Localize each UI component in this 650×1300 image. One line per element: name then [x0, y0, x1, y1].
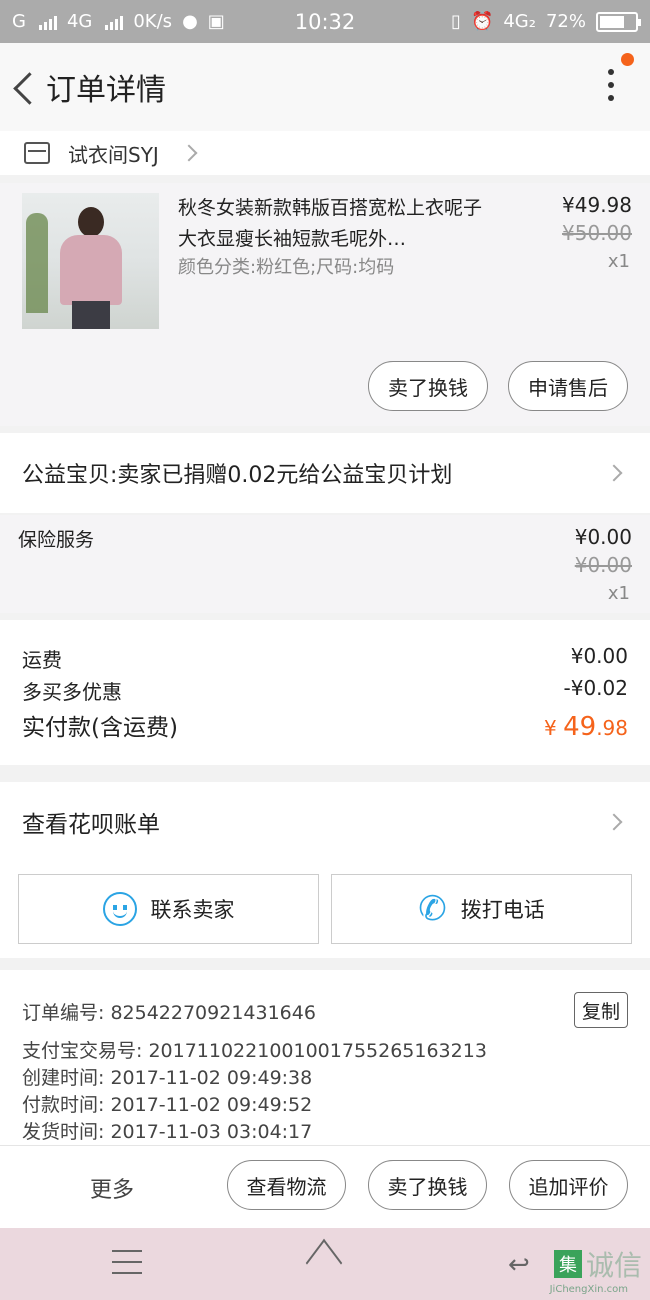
add-review-button[interactable]: 追加评价 [509, 1160, 628, 1210]
battery-percent: 72% [545, 11, 586, 32]
signal-icon [38, 14, 57, 30]
chevron-right-icon [605, 464, 623, 482]
shipped-time: 发货时间: 2017-11-03 03:04:17 [22, 1121, 313, 1143]
contact-seller-label: 联系卖家 [150, 898, 235, 922]
product-quantity: x1 [607, 251, 630, 272]
watermark-logo: 集 诚信 [553, 1244, 642, 1284]
battery-icon [596, 11, 641, 32]
call-label: 拨打电话 [460, 898, 545, 922]
signal-icon-2 [105, 14, 124, 30]
copy-button[interactable]: 复制 [574, 992, 628, 1028]
huabei-bill-row[interactable]: 查看花呗账单 [0, 782, 650, 862]
after-sale-button[interactable]: 申请售后 [508, 361, 628, 411]
shop-name: 试衣间SYJ [68, 142, 159, 167]
net-speed: 0K/s [133, 11, 173, 32]
product-image[interactable] [22, 193, 159, 329]
contact-section: 联系卖家 ✆ 拨打电话 [0, 862, 650, 958]
taobao-icon: ▣ [207, 11, 225, 32]
view-logistics-button[interactable]: 查看物流 [227, 1160, 346, 1210]
insurance-label: 保险服务 [18, 529, 95, 551]
insurance-original-price: ¥0.00 [574, 553, 632, 577]
total-label: 实付款(含运费) [22, 715, 178, 741]
order-number: 订单编号: 82542270921431646 [22, 1002, 316, 1024]
product-spec: 颜色分类:粉红色;尺码:均码 [178, 257, 395, 278]
message-icon: ● [182, 11, 198, 32]
freight-value: ¥0.00 [570, 644, 628, 668]
home-icon[interactable] [303, 1246, 347, 1280]
total-decimal: .98 [596, 716, 628, 740]
product-original-price: ¥50.00 [562, 221, 632, 245]
sell-button-bottom[interactable]: 卖了换钱 [368, 1160, 487, 1210]
network-type: 4G [66, 11, 93, 32]
shop-row[interactable]: 试衣间SYJ [0, 131, 650, 175]
vibrate-icon: ▯ [451, 11, 461, 32]
chat-icon [102, 892, 137, 926]
more-button[interactable]: 更多 [90, 1172, 134, 1204]
chevron-right-icon [180, 144, 198, 162]
charity-text: 公益宝贝:卖家已捐赠0.02元给公益宝贝计划 [22, 463, 453, 488]
watermark-box: 集 [553, 1250, 582, 1278]
menu-icon[interactable] [112, 1250, 142, 1283]
insurance-row: 保险服务 ¥0.00 ¥0.00 x1 [0, 515, 650, 613]
system-nav-bar: ↩ 集 诚信 JiChengXin.com [0, 1228, 650, 1300]
total-integer: 49 [563, 712, 597, 742]
discount-label: 多买多优惠 [22, 680, 122, 704]
top-nav: 订单详情 [0, 43, 650, 131]
charity-row[interactable]: 公益宝贝:卖家已捐赠0.02元给公益宝贝计划 [0, 433, 650, 513]
created-time: 创建时间: 2017-11-02 09:49:38 [22, 1067, 313, 1089]
discount-value: -¥0.02 [563, 676, 628, 700]
carrier-text: G [12, 11, 26, 32]
product-price: ¥49.98 [562, 193, 632, 217]
battery-fill [600, 15, 624, 28]
total-value: ¥ 49.98 [544, 712, 628, 742]
watermark-url: JiChengXin.com [549, 1284, 628, 1295]
order-info: 订单编号: 82542270921431646 复制 支付宝交易号: 20171… [0, 970, 650, 1145]
total-currency: ¥ [544, 716, 557, 740]
insurance-quantity: x1 [607, 583, 630, 604]
contact-seller-button[interactable]: 联系卖家 [18, 874, 319, 944]
chevron-right-icon [605, 813, 623, 831]
phone-icon: ✆ [418, 889, 447, 929]
call-button[interactable]: ✆ 拨打电话 [331, 874, 632, 944]
alarm-icon: ⏰ [470, 11, 494, 32]
sell-button[interactable]: 卖了换钱 [368, 361, 488, 411]
back-icon[interactable]: ↩ [508, 1250, 530, 1280]
product-title[interactable]: 秋冬女装新款韩版百搭宽松上衣呢子大衣显瘦长袖短款毛呢外… [178, 193, 498, 255]
watermark-text: 诚信 [585, 1249, 642, 1282]
bottom-actions: 更多 查看物流 卖了换钱 追加评价 [0, 1145, 650, 1228]
more-menu-icon[interactable] [608, 69, 616, 105]
insurance-price: ¥0.00 [574, 525, 632, 549]
back-arrow-icon[interactable] [6, 67, 46, 107]
order-item: 秋冬女装新款韩版百搭宽松上衣呢子大衣显瘦长袖短款毛呢外… 颜色分类:粉红色;尺码… [0, 183, 650, 426]
network-type-2: 4G₂ [503, 11, 536, 32]
payment-summary: 运费 ¥0.00 多买多优惠 -¥0.02 实付款(含运费) ¥ 49.98 [0, 620, 650, 765]
shop-icon [24, 142, 50, 164]
huabei-text: 查看花呗账单 [22, 812, 160, 838]
notification-dot [621, 53, 634, 66]
freight-label: 运费 [22, 648, 62, 672]
paid-time: 付款时间: 2017-11-02 09:49:52 [22, 1094, 313, 1116]
alipay-trade-number: 支付宝交易号: 2017110221001001755265163213 [22, 1040, 487, 1062]
page-title: 订单详情 [46, 73, 166, 108]
status-bar: G 4G 0K/s ● ▣ 10:32 ▯ ⏰ 4G₂ 72% [0, 0, 650, 43]
